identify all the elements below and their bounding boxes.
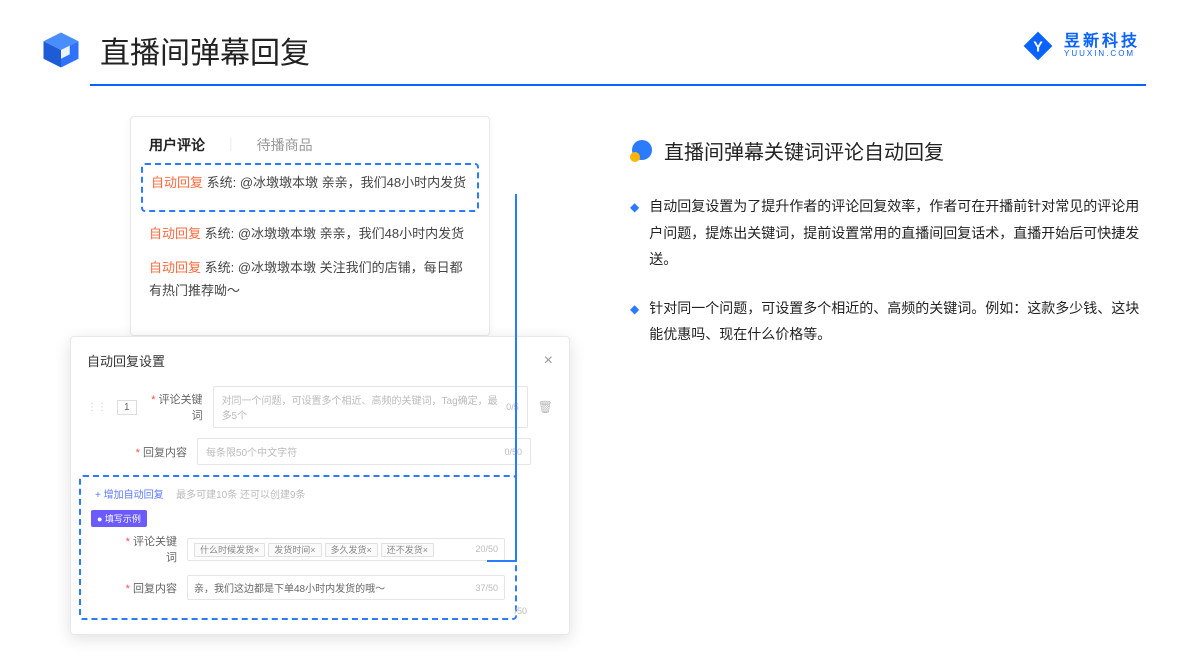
diamond-icon: ◆ xyxy=(630,298,639,348)
comments-panel: 用户评论 | 待播商品 自动回复 系统: @冰墩墩本墩 亲亲，我们48小时内发货… xyxy=(130,116,490,336)
connector-line xyxy=(487,194,517,562)
ex-kw-label: 评论关键词 xyxy=(121,533,177,565)
svg-text:Y: Y xyxy=(1033,40,1043,56)
brand-en: YUUXIN.COM xyxy=(1064,50,1140,58)
tab-user-comments[interactable]: 用户评论 xyxy=(149,135,205,155)
keyword-label: 评论关键词 xyxy=(147,391,203,423)
bullet-item: ◆ 自动回复设置为了提升作者的评论回复效率，作者可在开播前针对常见的评论用户问题… xyxy=(630,193,1140,273)
rule-index: 1 xyxy=(117,400,137,415)
close-icon[interactable]: × xyxy=(544,352,553,370)
ex-kw-input[interactable]: 什么时候发货×发货时间×多久发货×还不发货× 20/50 xyxy=(187,538,505,561)
section-heading: 直播间弹幕关键词评论自动回复 xyxy=(664,136,944,165)
description-pane: 直播间弹幕关键词评论自动回复 ◆ 自动回复设置为了提升作者的评论回复效率，作者可… xyxy=(630,116,1140,370)
example-badge: ● 填写示例 xyxy=(91,510,147,527)
bullet-icon xyxy=(630,140,652,162)
content-input[interactable]: 每条限50个中文字符 0/50 xyxy=(197,438,531,465)
delete-icon[interactable]: 🗑 xyxy=(538,400,553,414)
diamond-icon: ◆ xyxy=(630,196,639,273)
tab-pending-goods[interactable]: 待播商品 xyxy=(257,135,313,155)
highlighted-comment: 自动回复 系统: @冰墩墩本墩 亲亲，我们48小时内发货 xyxy=(141,163,479,212)
slide-header: 直播间弹幕回复 Y 昱新科技 YUUXIN.COM xyxy=(0,0,1180,84)
auto-reply-badge: 自动回复 xyxy=(151,175,203,190)
keyword-input[interactable]: 对同一个问题，可设置多个相近、高频的关键词，Tag确定，最多5个 0/5 xyxy=(213,386,528,428)
ex-ct-input[interactable]: 亲，我们这边都是下单48小时内发货的哦～ 37/50 xyxy=(187,575,505,600)
drag-icon[interactable]: ⋮⋮ xyxy=(87,402,107,413)
outer-count: /50 xyxy=(87,606,553,616)
add-reply-link[interactable]: + 增加自动回复 xyxy=(95,490,164,501)
comment-row: 自动回复 系统: @冰墩墩本墩 关注我们的店铺，每日都有热门推荐呦～ xyxy=(149,256,471,303)
content-label: 回复内容 xyxy=(131,444,187,460)
add-hint: 最多可建10条 还可以创建9条 xyxy=(176,490,305,501)
comment-row: 自动回复 系统: @冰墩墩本墩 亲亲，我们48小时内发货 xyxy=(149,222,471,245)
page-title: 直播间弹幕回复 xyxy=(100,28,310,72)
cube-icon xyxy=(40,29,82,71)
modal-title: 自动回复设置 xyxy=(87,351,165,370)
screenshot-mock: 用户评论 | 待播商品 自动回复 系统: @冰墩墩本墩 亲亲，我们48小时内发货… xyxy=(130,116,570,370)
example-block: + 增加自动回复 最多可建10条 还可以创建9条 ● 填写示例 评论关键词 什么… xyxy=(79,475,517,620)
brand-cn: 昱新科技 xyxy=(1064,34,1140,50)
brand-logo: Y 昱新科技 YUUXIN.COM xyxy=(1022,30,1140,62)
bullet-item: ◆ 针对同一个问题，可设置多个相近的、高频的关键词。例如：这款多少钱、这块能优惠… xyxy=(630,295,1140,348)
ex-ct-label: 回复内容 xyxy=(121,580,177,596)
